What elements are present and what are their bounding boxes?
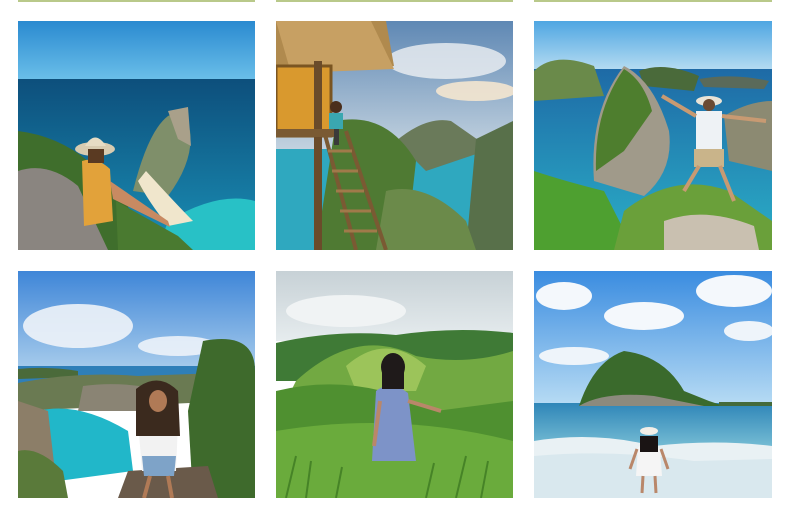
gallery-photo-kelingking[interactable]: [18, 21, 255, 250]
gallery-photo-treehouse[interactable]: [276, 21, 513, 250]
broken-beach-image: [18, 271, 255, 498]
top-rule-middle: [276, 0, 513, 2]
top-rule-right: [534, 0, 772, 2]
treehouse-image: [276, 21, 513, 250]
cliff-jump-image: [534, 21, 772, 250]
photo-grid: [18, 21, 772, 498]
beach-island-image: [534, 271, 772, 498]
top-rule-left: [18, 0, 255, 2]
kelingking-image: [18, 21, 255, 250]
gallery-photo-cliff-jump[interactable]: [534, 21, 772, 250]
gallery-photo-beach-island[interactable]: [534, 271, 772, 498]
green-hills-image: [276, 271, 513, 498]
gallery-photo-broken-beach[interactable]: [18, 271, 255, 498]
gallery-photo-green-hills[interactable]: [276, 271, 513, 498]
